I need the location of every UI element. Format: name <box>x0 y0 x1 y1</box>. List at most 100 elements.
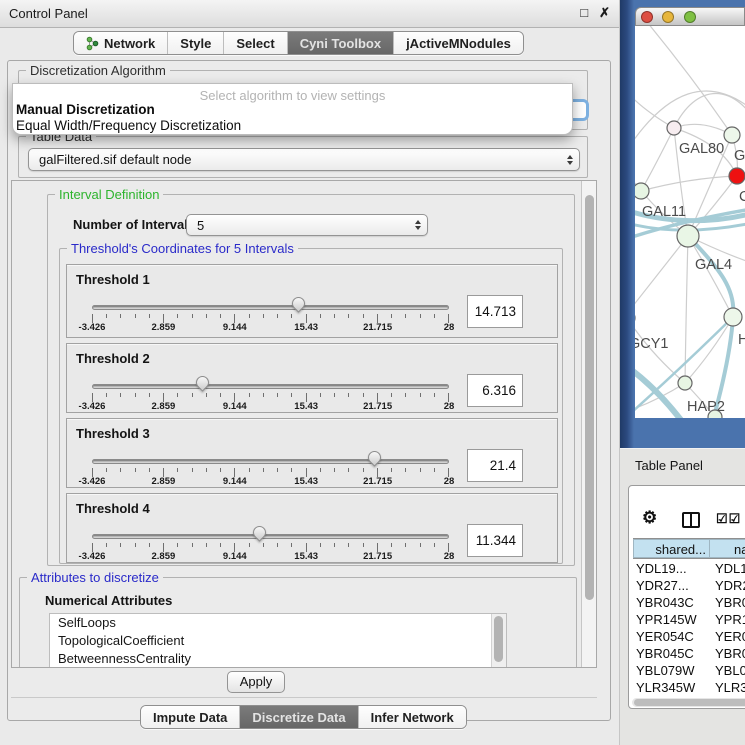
settings-vertical-scrollbar[interactable] <box>581 181 597 668</box>
table-panel-title: Table Panel <box>635 458 703 473</box>
scrollbar-thumb[interactable] <box>494 616 503 662</box>
minimize-traffic-light-icon[interactable] <box>662 11 674 23</box>
tab-label: jActiveMNodules <box>406 36 511 51</box>
slider-track[interactable] <box>92 534 449 539</box>
table-horizontal-scrollbar[interactable] <box>632 698 745 707</box>
discretization-algorithm-group-title: Discretization Algorithm <box>26 63 170 78</box>
table-row[interactable]: YBL079WYBL0 <box>633 662 745 679</box>
table-row[interactable]: YER054CYER0 <box>633 628 745 645</box>
number-of-intervals-label: Number of Intervals <box>73 217 195 232</box>
threshold-panel-4: Threshold 4-3.4262.8599.14415.4321.71528… <box>66 493 558 563</box>
zoom-traffic-light-icon[interactable] <box>684 11 696 23</box>
cell-name: YLR3 <box>710 679 745 696</box>
attributes-group-title: Attributes to discretize <box>27 570 163 585</box>
spinner-arrows-icon <box>567 155 573 165</box>
list-item[interactable]: SelfLoops <box>50 614 506 632</box>
divider <box>11 697 597 698</box>
interval-definition-title: Interval Definition <box>55 187 163 202</box>
table-row[interactable]: YDR27...YDR2 <box>633 577 745 594</box>
tab-style[interactable]: Style <box>168 32 224 54</box>
table-row[interactable]: YBR043CYBR0 <box>633 594 745 611</box>
network-canvas[interactable]: GAL80GAGAL11CGAL4GCY1HHAP2 <box>635 26 745 418</box>
network-window-titlebar[interactable] <box>635 7 745 26</box>
tab-cyni-toolbox[interactable]: Cyni Toolbox <box>288 32 394 54</box>
checkbox-columns-icon[interactable]: ☑☑ <box>716 511 741 527</box>
threshold-panel-1: Threshold 1-3.4262.8599.14415.4321.71528… <box>66 264 558 338</box>
svg-text:GA: GA <box>734 148 745 164</box>
table-row[interactable]: YDL19...YDL1 <box>633 560 745 577</box>
window-title: Control Panel <box>9 6 88 21</box>
list-item[interactable]: BetweennessCentrality <box>50 650 506 668</box>
number-of-intervals-value: 5 <box>197 215 427 236</box>
network-icon <box>86 36 99 51</box>
table-header-row: shared... na <box>633 538 745 559</box>
threshold-value-field[interactable]: 14.713 <box>467 295 523 328</box>
slider-track[interactable] <box>92 459 449 464</box>
settings-scroll-area: Interval Definition Number of Intervals … <box>11 180 597 668</box>
threshold-value-field[interactable]: 21.4 <box>467 449 523 482</box>
top-tab-bar: Network Style Select Cyni Toolbox jActiveMNo… <box>73 31 524 55</box>
svg-text:GAL11: GAL11 <box>642 204 686 220</box>
algorithm-option-manual-discretization[interactable]: Manual Discretization <box>16 102 155 117</box>
table-row[interactable]: YPR145WYPR1 <box>633 611 745 628</box>
table-data-combobox[interactable]: galFiltered.sif default node <box>28 148 580 171</box>
thresholds-group-title: Threshold's Coordinates for 5 Intervals <box>67 241 298 256</box>
float-icon[interactable]: □ <box>580 5 588 21</box>
close-icon[interactable]: ✗ <box>599 5 610 21</box>
threshold-label: Threshold 4 <box>76 501 150 516</box>
tab-network[interactable]: Network <box>74 32 168 54</box>
numerical-attributes-list[interactable]: SelfLoopsTopologicalCoefficientBetweenne… <box>49 613 507 668</box>
threshold-label: Threshold 1 <box>76 272 150 287</box>
svg-text:H: H <box>738 332 745 348</box>
cell-name: YPR1 <box>710 611 745 628</box>
cell-name: YDR2 <box>710 577 745 594</box>
threshold-panel-2: Threshold 2 -3.4262.8599.14415.4321.71528… <box>66 343 558 413</box>
slider-track[interactable] <box>92 384 449 389</box>
cell-name: YBL0 <box>710 662 745 679</box>
bottom-tab-bar: Impute DataDiscretize DataInfer Network <box>140 705 467 729</box>
cell-name: YBR0 <box>710 645 745 662</box>
tab-select[interactable]: Select <box>224 32 287 54</box>
cell-shared-name: YPR145W <box>633 611 710 628</box>
cell-shared-name: YDL19... <box>633 560 710 577</box>
apply-button[interactable]: Apply <box>227 671 285 693</box>
scrollbar-thumb[interactable] <box>585 195 594 600</box>
threshold-label: Threshold 3 <box>76 426 150 441</box>
table-rows: YDL19...YDL1YDR27...YDR2YBR043CYBR0YPR14… <box>633 560 745 702</box>
tab-jactivemnodules[interactable]: jActiveMNodules <box>394 32 523 54</box>
column-header-name[interactable]: na <box>710 539 745 558</box>
tab-label: Select <box>236 36 274 51</box>
slider-track[interactable] <box>92 305 449 310</box>
attributes-list-scrollbar[interactable] <box>491 614 506 668</box>
threshold-label: Threshold 2 <box>76 351 150 366</box>
gear-icon[interactable]: ⚙ <box>642 508 657 528</box>
screen: Control Panel □ ✗ Network Style Select Cyni… <box>0 0 745 745</box>
cell-name: YER0 <box>710 628 745 645</box>
split-columns-icon[interactable] <box>682 512 700 528</box>
tab-label: Style <box>180 36 211 51</box>
number-of-intervals-combobox[interactable]: 5 <box>186 214 428 236</box>
tab-impute-data[interactable]: Impute Data <box>141 706 240 728</box>
tab-discretize-data[interactable]: Discretize Data <box>240 706 358 728</box>
svg-text:C: C <box>739 189 745 205</box>
list-item[interactable]: TopologicalCoefficient <box>50 632 506 650</box>
network-view-window: GAL80GAGAL11CGAL4GCY1HHAP2 <box>620 0 745 448</box>
svg-text:HAP2: HAP2 <box>687 399 725 415</box>
table-row[interactable]: YBR045CYBR0 <box>633 645 745 662</box>
numerical-attributes-label: Numerical Attributes <box>45 593 172 608</box>
spinner-arrows-icon <box>415 220 421 230</box>
table-data-combobox-value: galFiltered.sif default node <box>39 149 579 170</box>
threshold-value-field[interactable]: 6.316 <box>467 374 523 407</box>
column-header-shared-name[interactable]: shared... <box>633 539 710 558</box>
cell-name: YDL1 <box>710 560 745 577</box>
tab-infer-network[interactable]: Infer Network <box>359 706 466 728</box>
slider-tick-labels: -3.4262.8599.14415.4321.71528 <box>92 401 449 413</box>
attr-items-host: SelfLoopsTopologicalCoefficientBetweenne… <box>50 614 506 668</box>
algorithm-dropdown-popup: Select algorithm to view settings Manual… <box>12 83 573 135</box>
threshold-value-field[interactable]: 11.344 <box>467 524 523 557</box>
table-panel-region: Table Panel ⚙ ☑☑ shared... na YDL19...YD… <box>620 448 745 745</box>
scrollbar-thumb[interactable] <box>634 699 745 706</box>
algorithm-option-equal-width-frequency-discretization[interactable]: Equal Width/Frequency Discretization <box>16 118 241 133</box>
table-row[interactable]: YLR345WYLR3 <box>633 679 745 696</box>
close-traffic-light-icon[interactable] <box>641 11 653 23</box>
